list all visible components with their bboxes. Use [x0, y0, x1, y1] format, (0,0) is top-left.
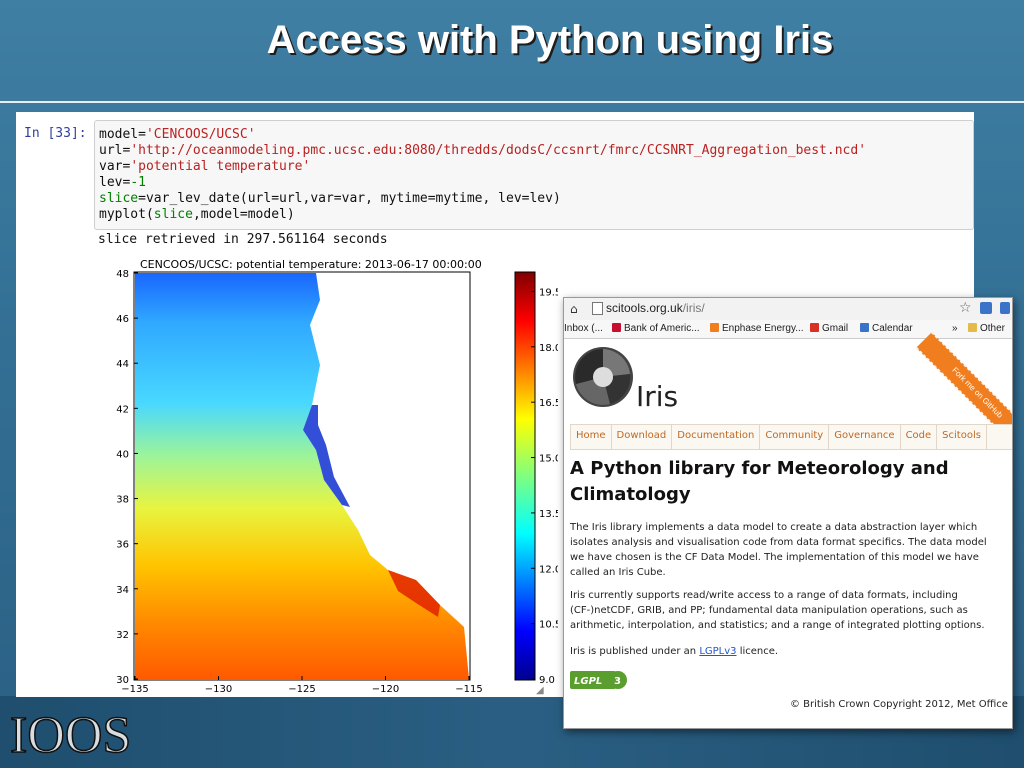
- y-tick-label: 46: [116, 314, 129, 325]
- colorbar-tick-label: 16.5: [539, 398, 558, 409]
- bookmarks-overflow[interactable]: »: [952, 323, 958, 334]
- enphase-icon: [710, 323, 719, 332]
- x-tick-label: −125: [288, 684, 315, 695]
- svg-text:LGPL: LGPL: [574, 676, 602, 687]
- extension-icon[interactable]: [980, 302, 992, 314]
- bookmark-star-icon[interactable]: ☆: [959, 300, 972, 316]
- y-tick-label: 40: [116, 449, 129, 460]
- copyright-text: © British Crown Copyright 2012, Met Offi…: [790, 699, 1008, 710]
- site-logo-text[interactable]: Iris: [636, 380, 678, 413]
- y-tick-label: 48: [116, 269, 129, 280]
- nav-download[interactable]: Download: [612, 425, 673, 449]
- site-nav: Home Download Documentation Community Go…: [570, 424, 1012, 450]
- licence-paragraph: Iris is published under an LGPLv3 licenc…: [570, 646, 779, 657]
- lgpl-link[interactable]: LGPLv3: [699, 646, 736, 657]
- page-heading: A Python library for Meteorology and Cli…: [570, 458, 949, 505]
- input-prompt: In [33]:: [24, 126, 87, 141]
- plot-title: CENCOOS/UCSC: potential temperature: 201…: [140, 258, 482, 271]
- browser-window: ⌂ scitools.org.uk/iris/ ☆ Inbox (... Ban…: [563, 297, 1013, 729]
- colorbar-tick-label: 10.5: [539, 620, 558, 631]
- iris-logo-icon: [573, 347, 633, 407]
- address-bar[interactable]: ⌂ scitools.org.uk/iris/ ☆: [564, 298, 1012, 321]
- code-line-3: var='potential temperature': [99, 159, 311, 174]
- colorbar-tick-label: 18.0: [539, 343, 558, 354]
- code-line-6: myplot(slice,model=model): [99, 207, 295, 222]
- slide-title: Access with Python using Iris: [266, 18, 834, 62]
- colorbar: [514, 271, 536, 681]
- nav-code[interactable]: Code: [901, 425, 938, 449]
- url-input[interactable]: scitools.org.uk/iris/: [606, 301, 705, 315]
- code-line-1: model='CENCOOS/UCSC': [99, 127, 256, 142]
- bookmark-gmail[interactable]: Gmail: [810, 323, 848, 334]
- nav-community[interactable]: Community: [760, 425, 830, 449]
- lgpl-badge-icon[interactable]: LGPL 3: [570, 669, 628, 691]
- bookmark-enphase[interactable]: Enphase Energy...: [710, 323, 804, 334]
- extension-icon-2[interactable]: [1000, 302, 1010, 314]
- resize-handle-icon[interactable]: ◢: [536, 685, 544, 696]
- svg-text:3: 3: [614, 676, 621, 687]
- ioos-logo-text: IOOS: [10, 707, 131, 762]
- y-tick-label: 34: [116, 585, 129, 596]
- colorbar-tick-label: 19.5: [539, 287, 558, 298]
- x-tick-label: −135: [121, 684, 148, 695]
- ioos-logo: IOOS: [9, 706, 132, 762]
- folder-icon: [968, 323, 977, 332]
- nav-scitools[interactable]: Scitools: [937, 425, 987, 449]
- page-icon: [592, 302, 603, 315]
- bookmark-calendar[interactable]: Calendar: [860, 323, 913, 334]
- y-tick-label: 32: [116, 630, 129, 641]
- y-tick-label: 44: [116, 359, 129, 370]
- x-tick-label: −120: [372, 684, 399, 695]
- bookmark-bank-of-america[interactable]: Bank of Americ...: [612, 323, 700, 334]
- code-input[interactable]: model='CENCOOS/UCSC' url='http://oceanmo…: [94, 120, 974, 230]
- nav-home[interactable]: Home: [571, 425, 612, 449]
- colorbar-tick-label: 12.0: [539, 564, 558, 575]
- code-line-5: slice=var_lev_date(url=url,var=var, myti…: [99, 191, 561, 206]
- x-tick-label: −130: [205, 684, 232, 695]
- x-tick-label: −115: [455, 684, 482, 695]
- colorbar-tick-label: 13.5: [539, 509, 558, 520]
- temperature-map-plot: CENCOOS/UCSC: potential temperature: 201…: [116, 258, 558, 695]
- y-tick-label: 36: [116, 540, 129, 551]
- intro-paragraph: The Iris library implements a data model…: [570, 522, 987, 578]
- formats-paragraph: Iris currently supports read/write acces…: [570, 590, 985, 631]
- plot-area: [133, 271, 471, 681]
- bookmark-inbox[interactable]: Inbox (...: [564, 323, 603, 334]
- title-divider: [0, 101, 1024, 103]
- y-tick-label: 38: [116, 495, 129, 506]
- home-icon[interactable]: ⌂: [570, 302, 578, 316]
- nav-documentation[interactable]: Documentation: [672, 425, 761, 449]
- y-tick-label: 42: [116, 404, 129, 415]
- calendar-icon: [860, 323, 869, 332]
- bookmarks-bar: Inbox (... Bank of Americ... Enphase Ene…: [564, 320, 1012, 339]
- cell-output-text: slice retrieved in 297.561164 seconds: [98, 232, 388, 247]
- bookmark-other[interactable]: Other: [968, 323, 1005, 334]
- code-line-2: url='http://oceanmodeling.pmc.ucsc.edu:8…: [99, 143, 867, 158]
- gmail-icon: [810, 323, 819, 332]
- code-line-4: lev=-1: [99, 175, 146, 190]
- nav-governance[interactable]: Governance: [829, 425, 901, 449]
- bank-icon: [612, 323, 621, 332]
- colorbar-tick-label: 15.0: [539, 454, 558, 465]
